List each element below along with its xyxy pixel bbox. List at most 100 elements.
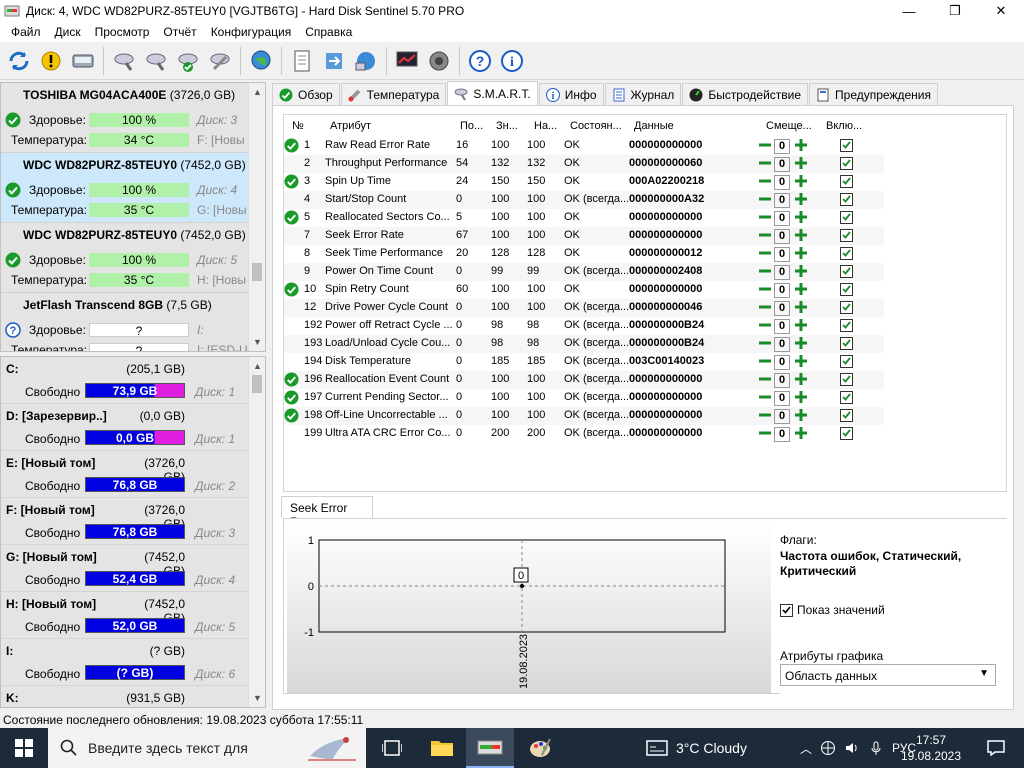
start-button[interactable] (0, 728, 48, 768)
col-header-data[interactable]: Данные (634, 120, 674, 132)
smart-row[interactable]: 192 Power off Retract Cycle ... 0 98 98 … (284, 317, 884, 335)
smart-row[interactable]: 193 Load/Unload Cycle Cou... 0 98 98 OK … (284, 335, 884, 353)
plus-icon[interactable] (794, 210, 808, 224)
minus-icon[interactable] (758, 300, 772, 314)
plus-icon[interactable] (794, 156, 808, 170)
enabled-checkbox[interactable] (840, 409, 853, 422)
disk-test2-button[interactable] (141, 46, 171, 76)
smart-row[interactable]: 12 Drive Power Cycle Count 0 100 100 OK … (284, 299, 884, 317)
volume-item[interactable]: D: [Зарезервир..] (0,0 GB) Свободно 0,0 … (1, 404, 265, 451)
volume-item[interactable]: H: [Новый том] (7452,0 GB) Свободно 52,0… (1, 592, 265, 639)
tab-speed[interactable]: Быстродействие (682, 83, 809, 105)
help-button[interactable]: ? (465, 46, 495, 76)
enabled-checkbox[interactable] (840, 301, 853, 314)
minus-icon[interactable] (758, 354, 772, 368)
enabled-checkbox[interactable] (840, 373, 853, 386)
volume-item[interactable]: F: [Новый том] (3726,0 GB) Свободно 76,8… (1, 498, 265, 545)
plus-icon[interactable] (794, 264, 808, 278)
enabled-checkbox[interactable] (840, 229, 853, 242)
offset-value[interactable]: 0 (774, 427, 790, 442)
refresh-button[interactable] (4, 46, 34, 76)
smart-row[interactable]: 196 Reallocation Event Count 0 100 100 O… (284, 371, 884, 389)
enabled-checkbox[interactable] (840, 265, 853, 278)
tray-chevron-up-icon[interactable]: ︿ (800, 740, 812, 757)
network-globe-icon[interactable] (820, 740, 836, 756)
plus-icon[interactable] (794, 138, 808, 152)
col-header-threshold[interactable]: По... (460, 120, 483, 132)
minimize-button[interactable]: — (886, 0, 932, 22)
volume-icon[interactable] (844, 740, 860, 756)
offset-value[interactable]: 0 (774, 265, 790, 280)
web-button[interactable] (246, 46, 276, 76)
disk-info-button[interactable] (68, 46, 98, 76)
minus-icon[interactable] (758, 138, 772, 152)
volume-item[interactable]: G: [Новый том] (7452,0 GB) Свободно 52,4… (1, 545, 265, 592)
disk-item[interactable]: WDC WD82PURZ-85TEUY0 (7452,0 GB) Здоровь… (1, 223, 265, 293)
col-header-value[interactable]: Зн... (496, 120, 518, 132)
mic-icon[interactable] (868, 740, 884, 756)
about-button[interactable]: i (497, 46, 527, 76)
disk-ok-button[interactable] (173, 46, 203, 76)
tab-thermometer[interactable]: Температура (340, 83, 447, 105)
col-header-num[interactable]: № (292, 120, 304, 132)
menu-report[interactable]: Отчёт (156, 25, 203, 39)
enabled-checkbox[interactable] (840, 283, 853, 296)
menu-config[interactable]: Конфигурация (204, 25, 299, 39)
offset-value[interactable]: 0 (774, 337, 790, 352)
volume-item[interactable]: C: (205,1 GB) Свободно 73,9 GB Диск: 1 (1, 357, 265, 404)
offset-value[interactable]: 0 (774, 373, 790, 388)
minus-icon[interactable] (758, 174, 772, 188)
minus-icon[interactable] (758, 372, 772, 386)
offset-value[interactable]: 0 (774, 157, 790, 172)
col-header-worst[interactable]: На... (534, 120, 557, 132)
plus-icon[interactable] (794, 282, 808, 296)
col-header-enabled[interactable]: Вклю... (826, 120, 862, 132)
plus-icon[interactable] (794, 318, 808, 332)
tab-info[interactable]: i Инфо (538, 83, 604, 105)
notifications-button[interactable] (976, 728, 1016, 768)
offset-value[interactable]: 0 (774, 211, 790, 226)
offset-value[interactable]: 0 (774, 247, 790, 262)
smart-row[interactable]: 5 Reallocated Sectors Co... 5 100 100 OK… (284, 209, 884, 227)
alert-button[interactable] (36, 46, 66, 76)
col-header-status[interactable]: Состоян... (570, 120, 622, 132)
col-header-attribute[interactable]: Атрибут (330, 120, 371, 132)
minus-icon[interactable] (758, 318, 772, 332)
offset-value[interactable]: 0 (774, 319, 790, 334)
offset-value[interactable]: 0 (774, 229, 790, 244)
disk-item[interactable]: WDC WD82PURZ-85TEUY0 (7452,0 GB) Здоровь… (1, 153, 265, 223)
disk-test-button[interactable] (109, 46, 139, 76)
smart-row[interactable]: 4 Start/Stop Count 0 100 100 OK (всегда.… (284, 191, 884, 209)
minus-icon[interactable] (758, 390, 772, 404)
plus-icon[interactable] (794, 228, 808, 242)
smart-row[interactable]: 8 Seek Time Performance 20 128 128 OK 00… (284, 245, 884, 263)
plus-icon[interactable] (794, 192, 808, 206)
taskbar-search-box[interactable]: Введите здесь текст для (48, 728, 366, 768)
minus-icon[interactable] (758, 336, 772, 350)
minus-icon[interactable] (758, 210, 772, 224)
minus-icon[interactable] (758, 246, 772, 260)
smart-row[interactable]: 3 Spin Up Time 24 150 150 OK 000A0220021… (284, 173, 884, 191)
disk-item[interactable]: TOSHIBA MG04ACA400E (3726,0 GB) Здоровье… (1, 83, 265, 153)
enabled-checkbox[interactable] (840, 175, 853, 188)
tab-warnings[interactable]: Предупреждения (809, 83, 938, 105)
paint-taskbar-button[interactable] (516, 728, 564, 768)
chart-attributes-select[interactable]: Область данных ▼ (780, 664, 996, 686)
col-header-offset[interactable]: Смеще... (766, 120, 812, 132)
minus-icon[interactable] (758, 282, 772, 296)
disk-list-scrollbar[interactable]: ▲ ▼ (248, 83, 265, 351)
close-button[interactable]: ✕ (978, 0, 1024, 22)
enabled-checkbox[interactable] (840, 139, 853, 152)
tab-smart[interactable]: S.M.A.R.T. (447, 81, 538, 105)
enabled-checkbox[interactable] (840, 247, 853, 260)
tab-journal[interactable]: Журнал (604, 83, 682, 105)
smart-row[interactable]: 194 Disk Temperature 0 185 185 OK (всегд… (284, 353, 884, 371)
plus-icon[interactable] (794, 426, 808, 440)
plus-icon[interactable] (794, 300, 808, 314)
smart-row[interactable]: 1 Raw Read Error Rate 16 100 100 OK 0000… (284, 137, 884, 155)
volume-item[interactable]: E: [Новый том] (3726,0 GB) Свободно 76,8… (1, 451, 265, 498)
graph-tab[interactable]: Seek Error Rate (281, 496, 373, 529)
smart-row[interactable]: 9 Power On Time Count 0 99 99 OK (всегда… (284, 263, 884, 281)
smart-row[interactable]: 7 Seek Error Rate 67 100 100 OK 00000000… (284, 227, 884, 245)
minus-icon[interactable] (758, 156, 772, 170)
